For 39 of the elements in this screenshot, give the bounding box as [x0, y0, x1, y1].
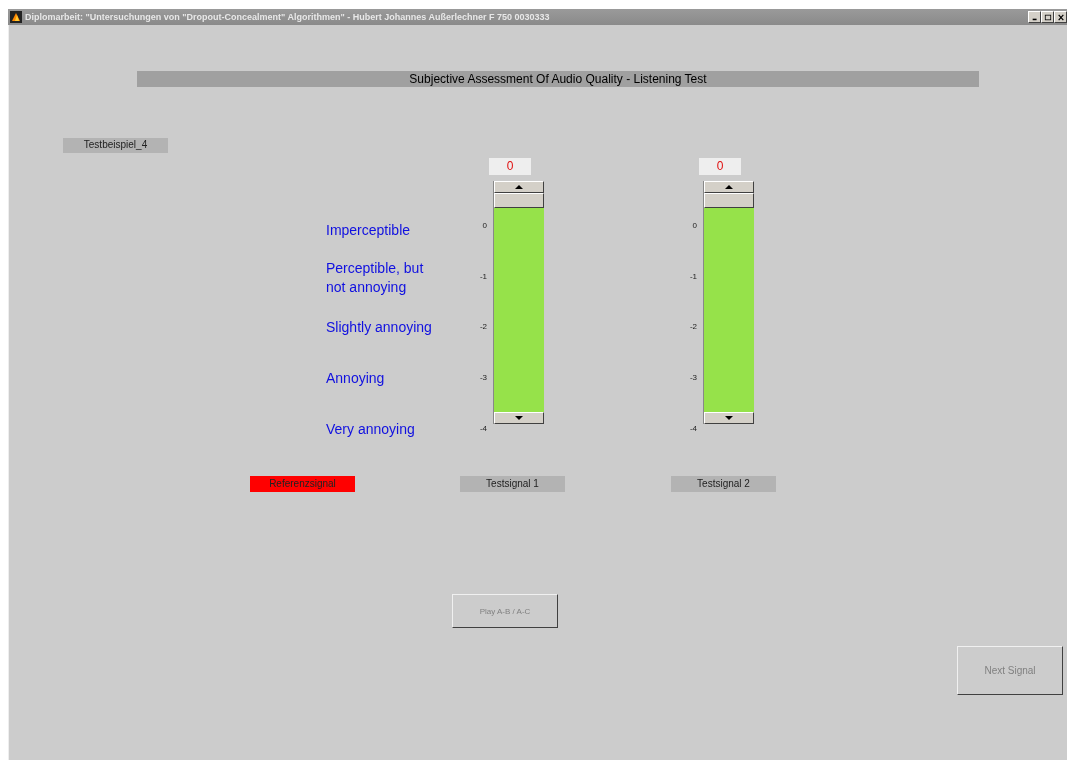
rating-slider[interactable]	[493, 181, 544, 424]
signal-button[interactable]: Testsignal 2	[671, 476, 776, 492]
tick-label: -1	[478, 271, 487, 283]
example-label: Testbeispiel_4	[63, 138, 168, 153]
minimize-icon[interactable]	[1028, 11, 1041, 23]
scale-label: Imperceptible	[326, 221, 412, 240]
window-title: Diplomarbeit: "Untersuchungen von "Dropout-Concealment" Algorithmen" - Hubert Johannes Außerlechner F 750 0030333	[25, 12, 550, 22]
up-arrow-button[interactable]	[494, 181, 544, 193]
app-icon	[10, 11, 22, 23]
up-triangle-icon	[725, 185, 733, 189]
tick-label: -1	[688, 271, 697, 283]
heading-bar: Subjective Assessment Of Audio Quality - Listening Test	[137, 71, 979, 87]
down-arrow-button[interactable]	[494, 412, 544, 424]
value-display: 0	[699, 158, 741, 175]
tick-label: 0	[481, 220, 487, 232]
signal-button[interactable]: Referenzsignal	[250, 476, 355, 492]
down-triangle-icon	[725, 416, 733, 420]
tick-label: 0	[691, 220, 697, 232]
scale-label: Annoying	[326, 369, 386, 388]
slider-thumb[interactable]	[704, 193, 754, 208]
tick-label: -3	[478, 372, 487, 384]
down-triangle-icon	[515, 416, 523, 420]
down-arrow-button[interactable]	[704, 412, 754, 424]
up-arrow-button[interactable]	[704, 181, 754, 193]
up-triangle-icon	[515, 185, 523, 189]
signal-button[interactable]: Testsignal 1	[460, 476, 565, 492]
tick-label: -3	[688, 372, 697, 384]
tick-label: -2	[688, 321, 697, 333]
rating-slider[interactable]	[703, 181, 754, 424]
scale-label: Perceptible, but not annoying	[326, 259, 425, 297]
tick-label: -4	[478, 423, 487, 435]
tick-label: -4	[688, 423, 697, 435]
maximize-icon[interactable]	[1041, 11, 1054, 23]
scale-label: Slightly annoying	[326, 318, 433, 337]
value-display: 0	[489, 158, 531, 175]
slider-thumb[interactable]	[494, 193, 544, 208]
tick-label: -2	[478, 321, 487, 333]
close-icon[interactable]	[1054, 11, 1067, 23]
scale-label: Very annoying	[326, 420, 416, 439]
